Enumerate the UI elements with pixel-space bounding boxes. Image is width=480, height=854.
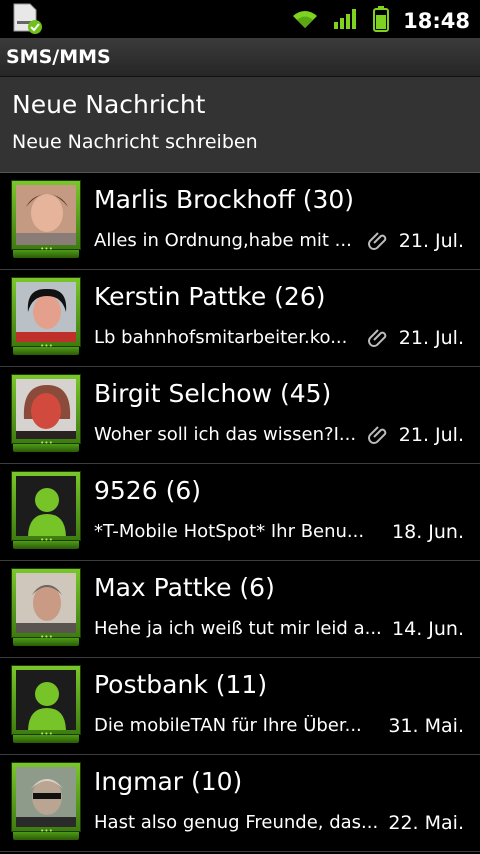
battery-icon (373, 6, 390, 36)
avatar (11, 762, 81, 840)
message-snippet: *T-Mobile HotSpot* Ihr Benu... (94, 521, 365, 542)
conversation-row[interactable]: Marlis Brockhoff (30) Alles in Ordnung,h… (0, 173, 480, 270)
new-message-subtitle: Neue Nachricht schreiben (12, 131, 258, 153)
message-date: 22. Mai. (388, 812, 464, 834)
conversation-list[interactable]: Marlis Brockhoff (30) Alles in Ordnung,h… (0, 173, 480, 852)
sd-card-done-icon (10, 3, 44, 39)
message-snippet: Hast also genug Freunde, das... (94, 812, 379, 833)
avatar (11, 277, 81, 355)
wifi-icon (291, 8, 319, 34)
avatar (11, 568, 81, 646)
message-date: 21. Jul. (398, 230, 464, 252)
message-date: 14. Jun. (392, 618, 464, 640)
message-date: 31. Mai. (388, 715, 464, 737)
avatar (11, 180, 81, 258)
contact-name: Max Pattke (6) (94, 573, 275, 602)
paperclip-icon (367, 423, 391, 447)
conversation-row[interactable]: Birgit Selchow (45) Woher soll ich das w… (0, 367, 480, 464)
paperclip-icon (367, 229, 391, 253)
conversation-row[interactable]: Kerstin Pattke (26) Lb bahnhofsmitarbeit… (0, 270, 480, 367)
app-title-bar: SMS/MMS (0, 38, 480, 77)
contact-name: Kerstin Pattke (26) (94, 282, 326, 311)
avatar (11, 374, 81, 452)
conversation-row[interactable]: 9526 (6) *T-Mobile HotSpot* Ihr Benu... … (0, 464, 480, 561)
message-snippet: Woher soll ich das wissen?I... (94, 424, 357, 445)
conversation-row[interactable]: Max Pattke (6) Hehe ja ich weiß tut mir … (0, 561, 480, 658)
conversation-row[interactable]: Ingmar (10) Hast also genug Freunde, das… (0, 755, 480, 852)
message-date: 21. Jul. (398, 424, 464, 446)
contact-name: Ingmar (10) (94, 767, 243, 796)
contact-name: Marlis Brockhoff (30) (94, 185, 355, 214)
signal-icon (333, 8, 359, 34)
conversation-row[interactable]: Postbank (11) Die mobileTAN für Ihre Übe… (0, 658, 480, 755)
status-clock: 18:48 (403, 9, 470, 33)
avatar (11, 665, 81, 743)
contact-name: Postbank (11) (94, 670, 268, 699)
message-snippet: Hehe ja ich weiß tut mir leid a... (94, 618, 382, 639)
avatar (11, 471, 81, 549)
new-message-item[interactable]: Neue Nachricht Neue Nachricht schreiben (0, 77, 480, 173)
app-title: SMS/MMS (6, 46, 111, 68)
status-bar: 18:48 (0, 0, 480, 38)
message-date: 21. Jul. (398, 327, 464, 349)
contact-name: Birgit Selchow (45) (94, 379, 332, 408)
message-snippet: Alles in Ordnung,habe mit ... (94, 230, 352, 251)
paperclip-icon (367, 326, 391, 350)
new-message-title: Neue Nachricht (12, 90, 206, 119)
contact-name: 9526 (6) (94, 476, 201, 505)
message-snippet: Lb bahnhofsmitarbeiter.ko... (94, 327, 348, 348)
message-date: 18. Jun. (392, 521, 464, 543)
message-snippet: Die mobileTAN für Ihre Über... (94, 715, 362, 736)
